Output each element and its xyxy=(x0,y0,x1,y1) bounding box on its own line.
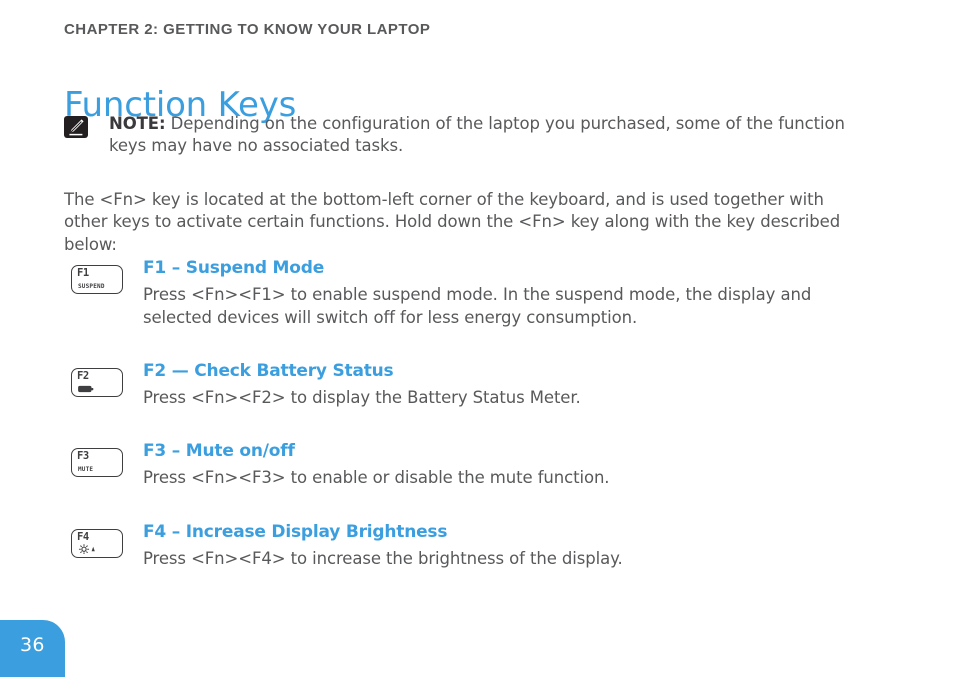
key-cap-sublabel: MUTE xyxy=(78,466,94,474)
function-key-body: F2 — Check Battery Status Press <Fn><F2>… xyxy=(143,361,894,410)
key-f2-battery-icon: F2 xyxy=(71,368,123,398)
note-block: NOTE: Depending on the configuration of … xyxy=(64,113,874,157)
function-key-heading: F3 – Mute on/off xyxy=(143,441,295,462)
note-label: NOTE: xyxy=(109,114,166,133)
intro-paragraph: The <Fn> key is located at the bottom-le… xyxy=(64,189,841,254)
function-key-body: F1 – Suspend Mode Press <Fn><F1> to enab… xyxy=(143,258,894,329)
key-cap-sublabel: SUSPEND xyxy=(78,283,105,290)
function-key-description: Press <Fn><F3> to enable or disable the … xyxy=(143,468,610,488)
function-key-entry-f3: F3 MUTE F3 – Mute on/off Press <Fn><F3> … xyxy=(64,441,894,493)
page-number-badge: 36 xyxy=(0,620,65,677)
key-cap-label: F4 xyxy=(77,531,89,544)
brightness-up-icon xyxy=(78,544,98,555)
function-key-description: Press <Fn><F4> to increase the brightnes… xyxy=(143,549,623,569)
key-cap-label: F3 xyxy=(77,450,89,463)
note-pencil-icon xyxy=(64,116,88,138)
function-key-list: F1 SUSPEND F1 – Suspend Mode Press <Fn><… xyxy=(64,258,894,574)
note-text: NOTE: Depending on the configuration of … xyxy=(109,113,874,157)
key-f1-suspend-icon: F1 SUSPEND xyxy=(71,265,123,294)
function-key-body: F3 – Mute on/off Press <Fn><F3> to enabl… xyxy=(143,441,894,490)
key-f4-brightness-icon: F4 xyxy=(71,529,123,559)
function-key-heading: F1 – Suspend Mode xyxy=(143,258,325,278)
battery-icon xyxy=(78,385,94,393)
function-key-description: Press <Fn><F2> to display the Battery St… xyxy=(143,388,581,408)
function-key-body: F4 – Increase Display Brightness Press <… xyxy=(143,522,894,571)
function-key-entry-f2: F2 F2 — Check Battery Status Press <Fn><… xyxy=(64,361,894,413)
function-key-description: Press <Fn><F1> to enable suspend mode. I… xyxy=(143,285,812,327)
chapter-header: CHAPTER 2: GETTING TO KNOW YOUR LAPTOP xyxy=(64,21,431,38)
function-key-heading: F4 – Increase Display Brightness xyxy=(143,522,448,543)
document-page: CHAPTER 2: GETTING TO KNOW YOUR LAPTOP F… xyxy=(0,0,954,677)
function-key-entry-f4: F4 F4 – Increase Display Brightness Pres… xyxy=(64,522,894,574)
key-cap-label: F1 xyxy=(77,267,89,279)
page-number: 36 xyxy=(20,634,45,656)
note-body: Depending on the configuration of the la… xyxy=(109,114,845,155)
function-key-entry-f1: F1 SUSPEND F1 – Suspend Mode Press <Fn><… xyxy=(64,258,894,329)
key-f3-mute-icon: F3 MUTE xyxy=(71,448,123,478)
key-cap-label: F2 xyxy=(77,370,89,383)
function-key-heading: F2 — Check Battery Status xyxy=(143,361,394,382)
